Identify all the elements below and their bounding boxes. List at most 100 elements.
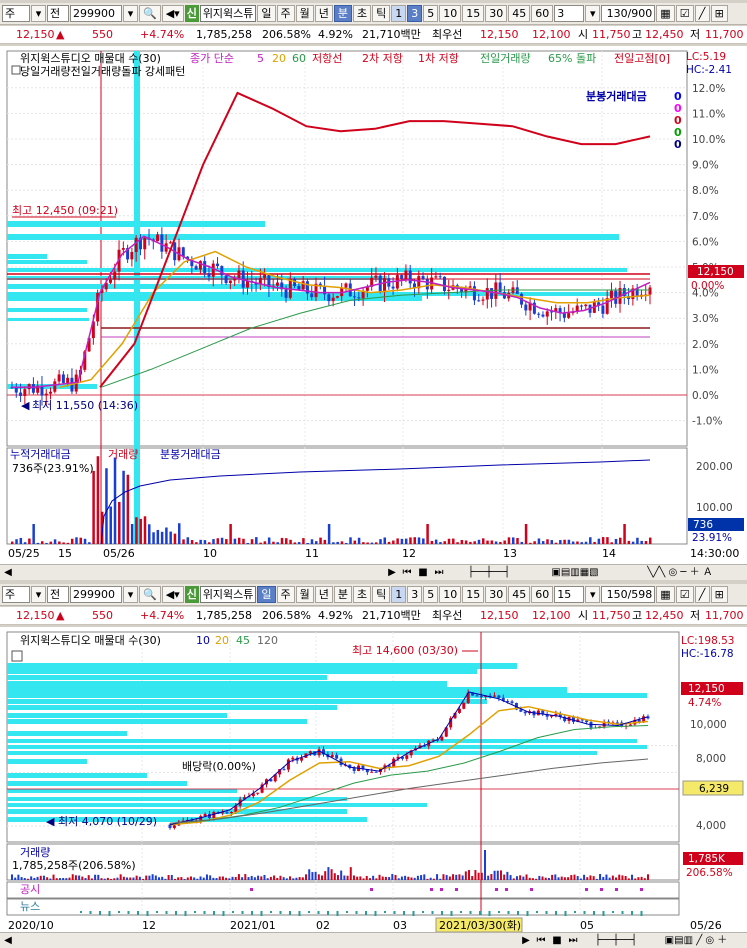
period-second-2[interactable]: 초 [353,586,372,603]
interval-select[interactable]: 3 [554,5,585,22]
settings-icon[interactable]: ▦ [656,5,675,22]
candle-body [468,286,472,288]
market-select-2[interactable]: 주 [2,586,30,603]
interval-10-b[interactable]: 10 [439,586,462,603]
bottom-chart-svg[interactable]: 위지윅스튜디오 매물대 수(30) 10 20 45 120 최고 14,600… [0,627,747,932]
volume-bar [571,541,575,544]
interval-1[interactable]: 1 [391,5,407,22]
b-volume-bar [170,874,173,880]
interval-15-b[interactable]: 15 [462,586,485,603]
b-rewind-icon[interactable]: ⏮ [534,934,548,947]
interval-5-b[interactable]: 5 [423,586,439,603]
b-scroll-left-icon[interactable]: ◀ [2,934,14,947]
interval-60-b[interactable]: 60 [531,586,554,603]
b-tools[interactable]: ▣▤▥ ╱ ◎ ＋ [648,934,744,947]
period-year-2[interactable]: 년 [314,586,333,603]
zoom-slider[interactable]: ├──┼──┤ [454,566,524,579]
stock-name[interactable]: 위지윅스튜 [199,5,257,22]
interval-select-2[interactable]: 15 [554,586,585,603]
interval-30[interactable]: 30 [485,5,508,22]
period-tick-2[interactable]: 틱 [372,586,391,603]
period-second[interactable]: 초 [353,5,372,22]
grid-icon-2[interactable]: ⊞ [710,586,728,603]
view-tools[interactable]: ▣▤▥▦▧ [530,566,620,579]
candle-body [524,304,528,311]
volume-bar [357,537,361,544]
top-chart-svg[interactable]: 최고 12,450 (09:21) 최저 11,550 (14:36) ◀ 위지… [0,46,747,564]
bottom-scrollbar[interactable]: ◀ ▶ ⏮ ■ ⏭ ├──┼──┤ ▣▤▥ ╱ ◎ ＋ [0,932,747,948]
b-volume-bar [592,876,595,880]
interval-3-b[interactable]: 3 [407,586,423,603]
checkbox-icon-2[interactable]: ☑ [675,586,694,603]
stop-icon[interactable]: ■ [416,566,430,579]
interval-3[interactable]: 3 [407,5,423,22]
interval-dropdown-icon[interactable]: ▾ [585,5,601,22]
period-day-2[interactable]: 일 [257,586,276,603]
b-volume-bar [579,878,582,880]
candle-body [438,276,442,278]
b-volume-bar [420,875,423,880]
all-select-2[interactable]: 전 [47,586,69,603]
rewind-icon[interactable]: ⏮ [400,566,414,579]
bottom-toolbar: 주 ▾ 전 299900 ▾ 🔍 ◀▾ 신 위지윅스튜 일 주 월 년 분 초 … [0,584,747,606]
interval-dropdown-icon-2[interactable]: ▾ [585,586,601,603]
market-select[interactable]: 주 [2,5,30,22]
scroll-left-icon[interactable]: ◀ [2,566,14,579]
interval-45-b[interactable]: 45 [508,586,531,603]
forward-icon[interactable]: ⏭ [432,566,446,579]
interval-45[interactable]: 45 [508,5,531,22]
period-week-2[interactable]: 주 [276,586,295,603]
draw-icon-2[interactable]: ╱ [694,586,710,603]
volume-bar [302,538,305,544]
draw-tools[interactable]: ╲╱╲ ◎ ─ ＋ Ａ [620,566,740,579]
b-min-label: 최저 4,070 (10/29) [58,815,157,828]
news-mark [574,911,576,913]
b-play-icon[interactable]: ▶ [520,934,532,947]
play-icon[interactable]: ▶ [386,566,398,579]
interval-60[interactable]: 60 [531,5,554,22]
period-minute-2[interactable]: 분 [333,586,353,603]
all-select[interactable]: 전 [47,5,69,22]
speaker-icon[interactable]: ◀▾ [161,5,184,22]
settings-icon-2[interactable]: ▦ [656,586,675,603]
chevron-down-icon-2[interactable]: ▾ [31,586,46,603]
b-stop-icon[interactable]: ■ [550,934,564,947]
chevron-down-icon[interactable]: ▾ [31,5,46,22]
period-month[interactable]: 월 [295,5,314,22]
interval-5[interactable]: 5 [423,5,439,22]
search-icon-2[interactable]: 🔍 [139,586,161,603]
top-scrollbar[interactable]: ◀ ▶ ⏮ ■ ⏭ ├──┼──┤ ▣▤▥▦▧ ╲╱╲ ◎ ─ ＋ Ａ [0,564,747,580]
draw-icon[interactable]: ╱ [694,5,710,22]
code-dropdown-icon[interactable]: ▾ [123,5,138,22]
code-input[interactable]: 299900 [70,5,122,22]
notice-mark [615,888,618,891]
b-zoom-slider[interactable]: ├──┼──┤ [586,934,646,947]
interval-1-b[interactable]: 1 [391,586,407,603]
period-day[interactable]: 일 [257,5,276,22]
stock-name-2[interactable]: 위지윅스튜 [199,586,257,603]
period-minute[interactable]: 분 [333,5,353,22]
checkbox-icon[interactable]: ☑ [675,5,694,22]
interval-30-b[interactable]: 30 [485,586,508,603]
b-volume-bar [116,877,119,880]
code-dropdown-icon-2[interactable]: ▾ [123,586,138,603]
b-volume-bar [586,877,589,880]
period-week[interactable]: 주 [276,5,295,22]
interval-10[interactable]: 10 [439,5,462,22]
period-tick[interactable]: 틱 [372,5,391,22]
speaker-icon-2[interactable]: ◀▾ [161,586,184,603]
volume-bar [563,539,566,544]
b-volume-bar [196,878,199,880]
count-input[interactable]: 130/900 [601,5,656,22]
volume-bar [182,539,185,544]
code-input-2[interactable]: 299900 [70,586,122,603]
b-forward-icon[interactable]: ⏭ [566,934,580,947]
count-input-2[interactable]: 150/598 [601,586,656,603]
grid-icon[interactable]: ⊞ [710,5,728,22]
search-icon[interactable]: 🔍 [139,5,161,22]
period-month-2[interactable]: 월 [295,586,314,603]
volume-bar [636,537,639,544]
period-year[interactable]: 년 [314,5,333,22]
b-candle-body [352,768,356,771]
interval-15[interactable]: 15 [462,5,485,22]
